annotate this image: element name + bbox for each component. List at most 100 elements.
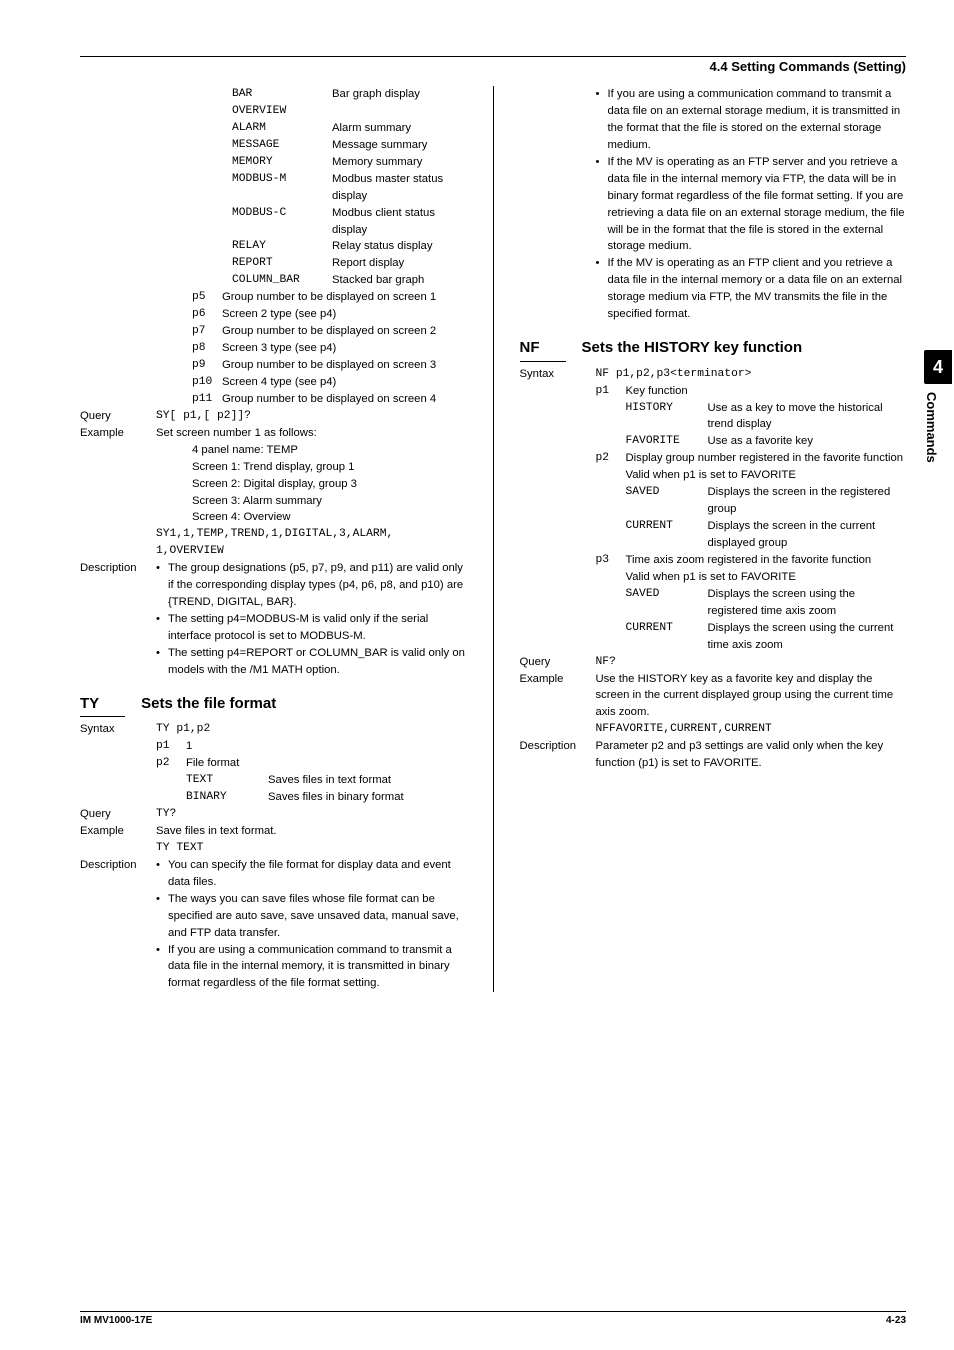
fmt-val: BINARY [186, 789, 268, 806]
bullet-icon: • [156, 611, 168, 645]
syntax-value: TY p1,p2 [156, 721, 210, 738]
description-row: Description •The group designations (p5,… [80, 560, 467, 679]
example-code: SY1,1,TEMP,TREND,1,DIGITAL,3,ALARM, [80, 526, 467, 543]
bullet-icon: • [156, 560, 168, 611]
fmt-desc: Saves files in binary format [268, 789, 404, 806]
query-value: SY[ p1,[ p2]]? [156, 408, 251, 425]
opt-val: REPORT [232, 255, 332, 272]
nf-example-row: Example Use the HISTORY key as a favorit… [520, 671, 907, 722]
example-label: Example [520, 671, 596, 688]
ty-fmt-list: TEXTSaves files in text format BINARYSav… [156, 772, 467, 806]
param-key: p2 [156, 755, 186, 772]
example-lines: 4 panel name: TEMP Screen 1: Trend displ… [80, 442, 467, 527]
chapter-number: 4 [924, 350, 952, 384]
nf-code: NF [520, 337, 566, 362]
bullet-text: If the MV is operating as an FTP server … [608, 154, 907, 256]
nf-p3-block: Valid when p1 is set to FAVORITE SAVEDDi… [596, 569, 907, 654]
example-label: Example [80, 823, 156, 840]
nf-heading: NF Sets the HISTORY key function [520, 337, 907, 362]
opt-val: SAVED [626, 484, 708, 518]
opt-val: SAVED [626, 586, 708, 620]
opt-val: MESSAGE [232, 137, 332, 154]
nf-query-row: Query NF? [520, 654, 907, 671]
bullet-text: The ways you can save files whose file f… [168, 891, 467, 942]
query-value: NF? [596, 654, 616, 671]
opt-val: HISTORY [626, 400, 708, 434]
ty-title: Sets the file format [141, 693, 276, 716]
nf-example-code: NFFAVORITE,CURRENT,CURRENT [520, 721, 907, 738]
param-key: p3 [596, 552, 626, 569]
opt-val: RELAY [232, 238, 332, 255]
ty-heading: TY Sets the file format [80, 693, 467, 718]
example-text: Use the HISTORY key as a favorite key an… [596, 671, 907, 722]
bullet-text: The group designations (p5, p7, p9, and … [168, 560, 467, 611]
nf-syntax-row: Syntax NF p1,p2,p3<terminator> [520, 366, 907, 383]
opt-val: CURRENT [626, 620, 708, 654]
opt-desc: Relay status display [332, 238, 432, 255]
description-label: Description [80, 857, 156, 874]
opt-val: BAR [232, 86, 332, 103]
syntax-label: Syntax [80, 721, 156, 738]
syntax-value: NF p1,p2,p3<terminator> [596, 366, 752, 383]
query-label: Query [80, 806, 156, 823]
bullet-text: You can specify the file format for disp… [168, 857, 467, 891]
opt-val: FAVORITE [626, 433, 708, 450]
chapter-label: Commands [924, 392, 939, 463]
param-text: 1 [186, 738, 192, 755]
opt-val: MODBUS-M [232, 171, 332, 205]
opt-desc: Bar graph display [332, 86, 420, 103]
section-header: 4.4 Setting Commands (Setting) [80, 59, 906, 74]
fmt-val: TEXT [186, 772, 268, 789]
bullet-icon: • [596, 86, 608, 154]
bullet-text: If you are using a communication command… [608, 86, 907, 154]
param-key: p5 [192, 289, 222, 306]
bullet-icon: • [156, 891, 168, 942]
nf-title: Sets the HISTORY key function [582, 337, 803, 360]
display-options-block: BARBar graph display OVERVIEW ALARMAlarm… [80, 86, 467, 289]
opt-val: MEMORY [232, 154, 332, 171]
nf-p2-block: Valid when p1 is set to FAVORITE SAVEDDi… [596, 467, 907, 552]
param-text: Screen 4 type (see p4) [222, 374, 336, 391]
footer-right: 4-23 [886, 1315, 906, 1326]
fmt-desc: Saves files in text format [268, 772, 391, 789]
opt-desc: Stacked bar graph [332, 272, 424, 289]
query-value: TY? [156, 806, 176, 823]
example-line: Screen 2: Digital display, group 3 [192, 476, 467, 493]
param-text: Key function [626, 383, 688, 400]
description-label: Description [520, 738, 596, 755]
nf-description-row: Description Parameter p2 and p3 settings… [520, 738, 907, 772]
column-divider [493, 86, 494, 992]
bullet-icon: • [156, 942, 168, 993]
bullet-icon: • [156, 857, 168, 891]
opt-desc: Report display [332, 255, 404, 272]
param-text: Group number to be displayed on screen 3 [222, 357, 436, 374]
ty-example-code: TY TEXT [80, 840, 467, 857]
query-label: Query [80, 408, 156, 425]
opt-val: MODBUS-C [232, 205, 332, 239]
param-key: p9 [192, 357, 222, 374]
ty-code: TY [80, 693, 125, 718]
opt-desc: Alarm summary [332, 120, 411, 137]
example-code: 1,OVERVIEW [80, 543, 467, 560]
opt-val: ALARM [232, 120, 332, 137]
description-body: •You can specify the file format for dis… [156, 857, 467, 993]
columns: BARBar graph display OVERVIEW ALARMAlarm… [80, 86, 906, 992]
param-text: Group number to be displayed on screen 2 [222, 323, 436, 340]
param-text: Screen 3 type (see p4) [222, 340, 336, 357]
param-text: Group number to be displayed on screen 1 [222, 289, 436, 306]
example-row: Example Set screen number 1 as follows: [80, 425, 467, 442]
ty-params: p11 p2File format TEXTSaves files in tex… [80, 738, 467, 806]
opt-desc: Use as a key to move the historical tren… [708, 400, 907, 434]
param-text: Group number to be displayed on screen 4 [222, 391, 436, 408]
param-key: p10 [192, 374, 222, 391]
nf-p1-opts: HISTORYUse as a key to move the historic… [596, 400, 907, 451]
param-text: File format [186, 755, 239, 772]
example-line: 4 panel name: TEMP [192, 442, 467, 459]
page: 4.4 Setting Commands (Setting) BARBar gr… [0, 0, 954, 1350]
param-text: Display group number registered in the f… [626, 450, 904, 467]
opt-desc: Displays the screen in the current displ… [708, 518, 907, 552]
description-text: Parameter p2 and p3 settings are valid o… [596, 738, 907, 772]
bullet-text: If you are using a communication command… [168, 942, 467, 993]
opt-desc: Displays the screen using the registered… [708, 586, 907, 620]
param-text: Screen 2 type (see p4) [222, 306, 336, 323]
